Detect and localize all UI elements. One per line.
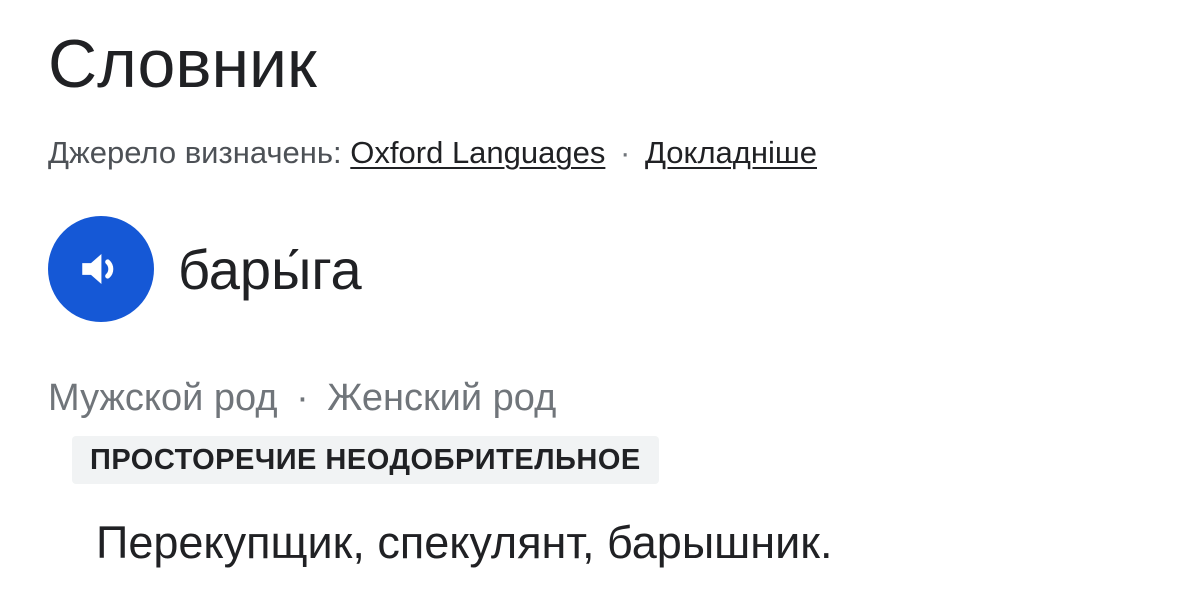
- dictionary-title: Словник: [48, 26, 317, 102]
- source-prefix: Джерело визначень:: [48, 135, 342, 170]
- gender-separator: ·: [296, 377, 309, 419]
- headword: бары́га: [178, 238, 362, 301]
- oxford-languages-link[interactable]: Oxford Languages: [350, 135, 605, 170]
- speaker-icon: [82, 254, 114, 284]
- usage-label-badge: ПРОСТОРЕЧИЕ НЕОДОБРИТЕЛЬНОЕ: [72, 436, 659, 484]
- definition-text: Перекупщик, спекулянт, барышник.: [96, 517, 833, 568]
- pronounce-button[interactable]: [48, 216, 154, 322]
- source-separator: ·: [620, 135, 631, 170]
- grammar-info: Мужской род · Женский род: [48, 374, 556, 422]
- gender-feminine: Женский род: [327, 377, 557, 419]
- gender-masculine: Мужской род: [48, 377, 278, 419]
- source-row: Джерело визначень: Oxford Languages · До…: [48, 132, 817, 174]
- more-details-link[interactable]: Докладніше: [645, 135, 817, 170]
